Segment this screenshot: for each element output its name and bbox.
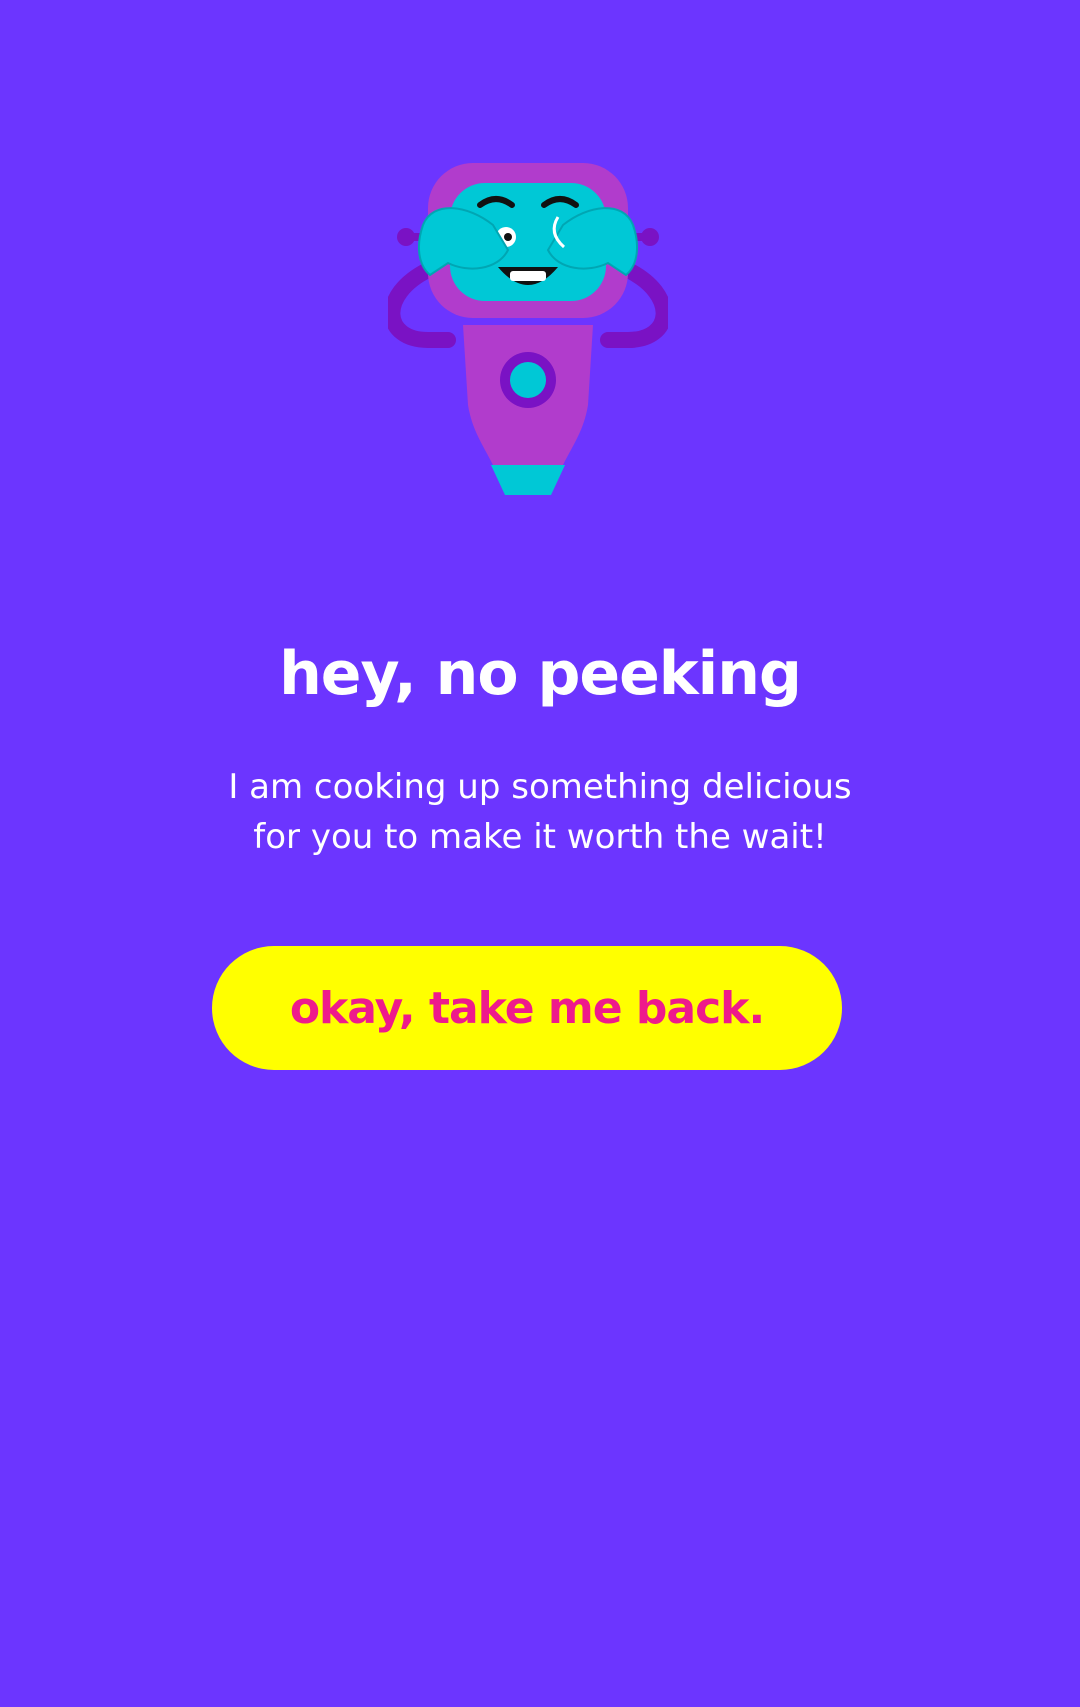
no-peeking-screen: hey, no peeking I am cooking up somethin…: [0, 0, 1080, 1707]
robot-covering-eyes-icon: [388, 163, 668, 495]
waiting-message-line-1: I am cooking up something delicious: [228, 767, 852, 807]
page-title: hey, no peeking: [279, 639, 802, 709]
take-me-back-button[interactable]: okay, take me back.: [212, 946, 842, 1070]
waiting-message-line-2: for you to make it worth the wait!: [253, 817, 827, 857]
waiting-message: I am cooking up something delicious for …: [160, 762, 920, 862]
